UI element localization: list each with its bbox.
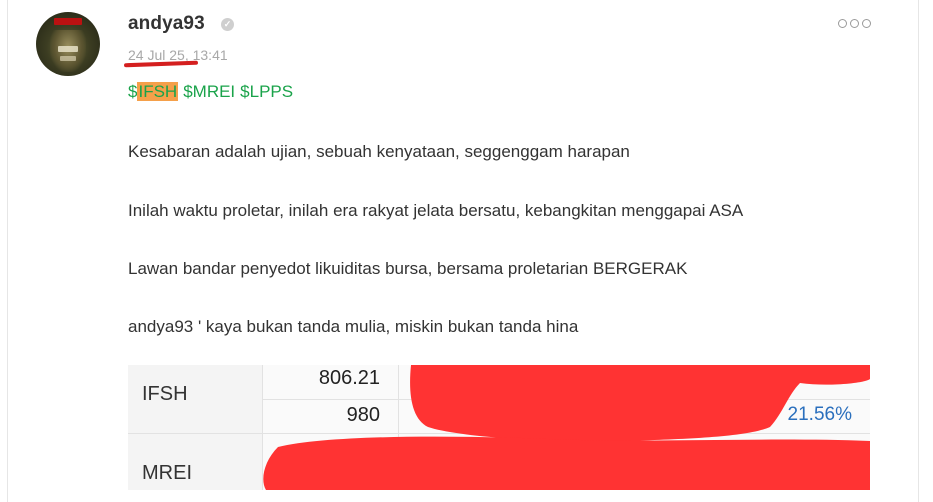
avatar-badge-secondary bbox=[60, 56, 76, 61]
post-line-3: Lawan bandar penyedot likuiditas bursa, … bbox=[128, 259, 688, 278]
ticker-list: $IFSH $MREI $LPPS bbox=[128, 82, 293, 102]
post-line-1: Kesabaran adalah ujian, sebuah kenyataan… bbox=[128, 142, 630, 161]
post-line-4: andya93 ' kaya bukan tanda mulia, miskin… bbox=[128, 317, 579, 336]
username[interactable]: andya93 bbox=[128, 13, 205, 35]
avatar-badge bbox=[58, 46, 78, 52]
red-redaction-scribble bbox=[263, 365, 870, 490]
ticker-ifsh-highlight: IFSH bbox=[137, 82, 179, 101]
post-line-2: Inilah waktu proletar, inilah era rakyat… bbox=[128, 201, 744, 220]
redaction-upper bbox=[410, 365, 870, 442]
ticker-ifsh[interactable]: $IFSH bbox=[128, 82, 179, 102]
check-badge-icon: ✓ bbox=[221, 18, 234, 31]
avatar-banner bbox=[54, 18, 82, 25]
portfolio-table: IFSH MREI 806.21 980 21.56% bbox=[128, 365, 870, 490]
right-border bbox=[918, 0, 919, 502]
left-border bbox=[7, 0, 8, 502]
ticker-mrei[interactable]: $MREI bbox=[183, 82, 235, 102]
ticker-lpps[interactable]: $LPPS bbox=[240, 82, 293, 102]
redaction-lower bbox=[263, 436, 870, 490]
more-dots-icon[interactable] bbox=[838, 19, 871, 28]
avatar[interactable] bbox=[36, 12, 100, 76]
